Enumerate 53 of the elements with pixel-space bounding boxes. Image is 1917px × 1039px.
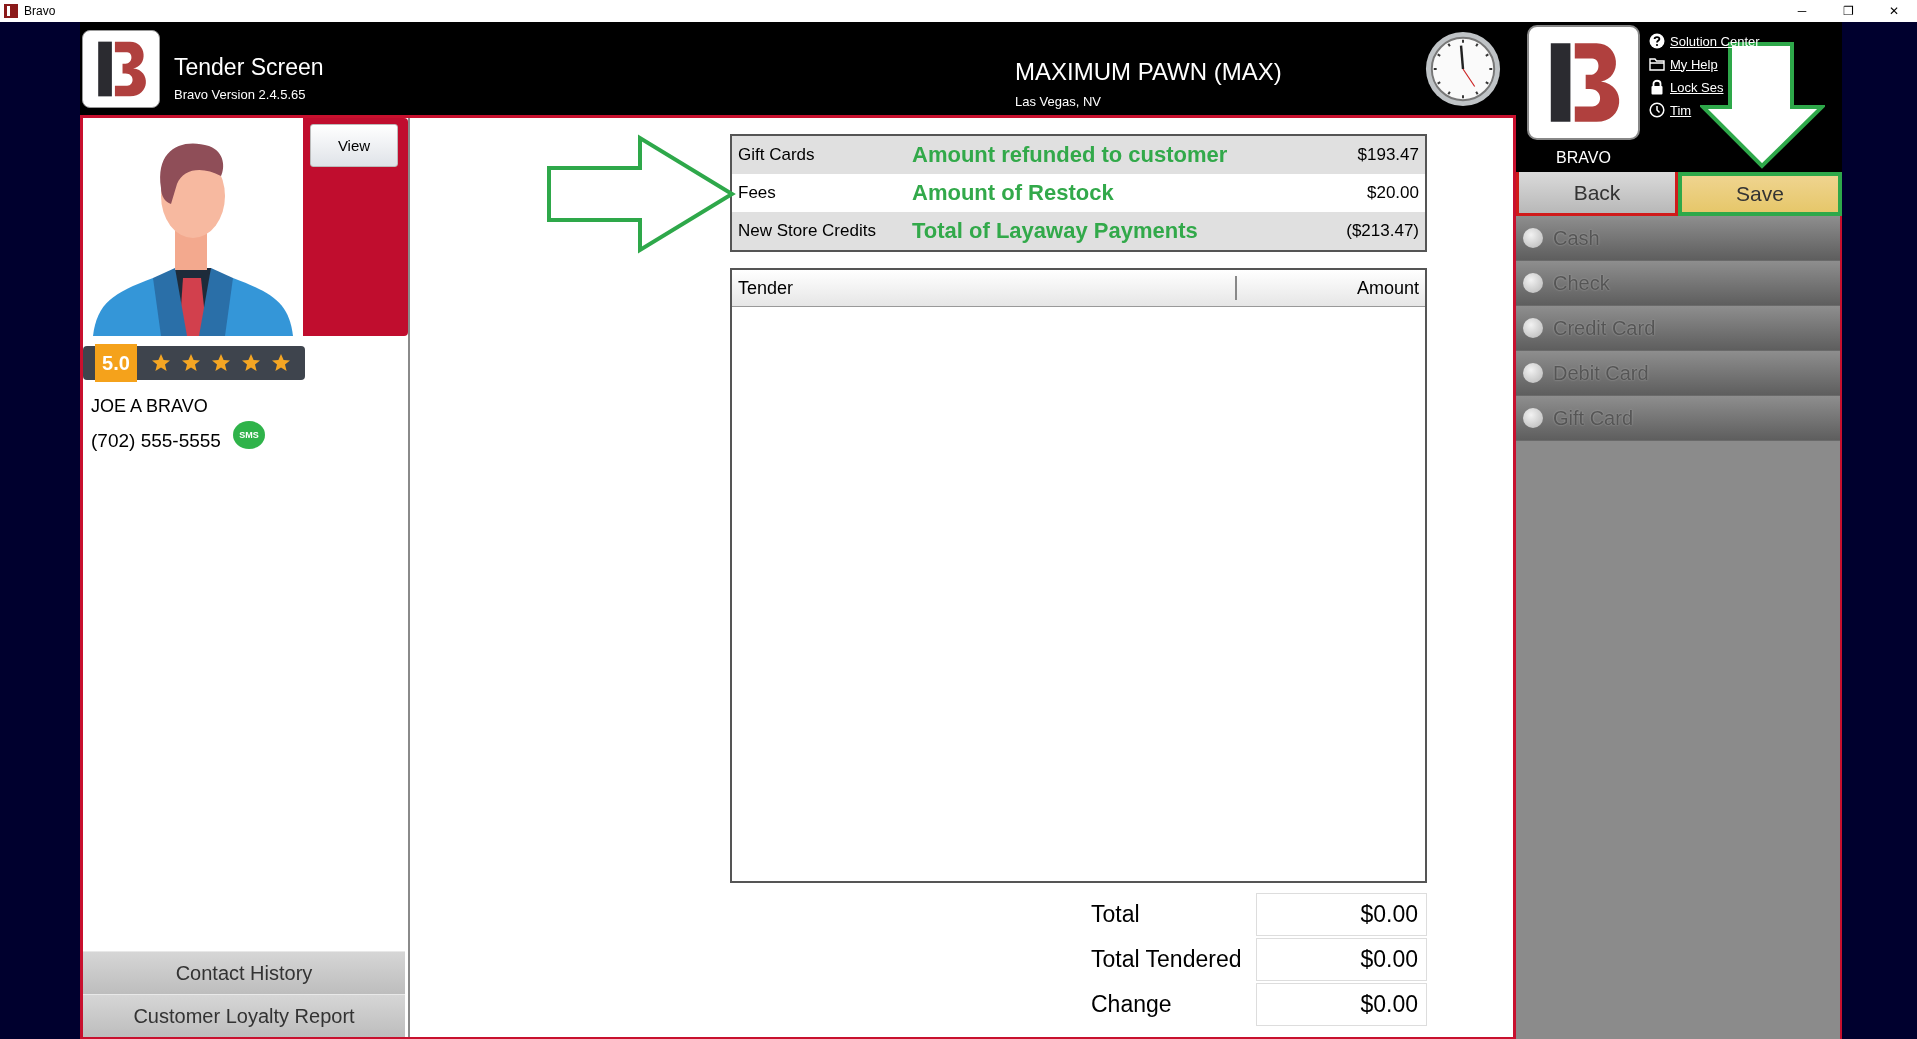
star-icon <box>241 353 261 373</box>
customer-name: JOE A BRAVO <box>91 396 209 417</box>
window-control[interactable]: ❐ <box>1825 4 1871 18</box>
radio-button[interactable] <box>1523 408 1543 428</box>
summary-label: Fees <box>738 183 777 203</box>
store-location: Las Vegas, NV <box>1015 94 1102 109</box>
column-header: Tender <box>732 276 1237 300</box>
summary-amount: $20.00 <box>1367 183 1419 203</box>
radio-button[interactable] <box>1523 228 1543 248</box>
rating-score: 5.0 <box>95 344 137 382</box>
window-control[interactable]: ─ <box>1779 4 1825 18</box>
customer-phone: (702) 555-5555 <box>91 430 221 452</box>
window-title: Bravo <box>24 4 56 18</box>
total-label: Total <box>1091 900 1141 929</box>
summary-amount: ($213.47) <box>1346 221 1419 241</box>
radio-button[interactable] <box>1523 273 1543 293</box>
radio-button[interactable] <box>1523 318 1543 338</box>
annotation-note: Amount refunded to customer <box>912 142 1228 168</box>
column-header: Amount <box>1355 277 1420 299</box>
annotation-note: Amount of Restock <box>912 180 1114 206</box>
version-label: Bravo Version 2.4.5.65 <box>174 86 307 102</box>
folder-icon <box>1649 56 1665 72</box>
summary-label: New Store Credits <box>738 221 877 241</box>
header-link[interactable]: My Help <box>1670 56 1718 72</box>
star-icon <box>151 353 171 373</box>
window-control[interactable]: ✕ <box>1871 4 1917 18</box>
total-value: $0.00 <box>1256 983 1427 1026</box>
annotation-note: Total of Layaway Payments <box>912 218 1198 244</box>
star-icon <box>211 353 231 373</box>
total-label: Total Tendered <box>1091 945 1243 974</box>
lock-icon <box>1649 79 1665 95</box>
panel-button[interactable]: Customer Loyalty Report <box>83 994 405 1037</box>
screen-title: Tender Screen <box>174 53 325 81</box>
clock-icon <box>1649 102 1665 118</box>
app-icon <box>4 4 18 18</box>
view-button[interactable]: View <box>310 124 398 167</box>
help-icon <box>1649 33 1665 49</box>
summary-amount: $193.47 <box>1357 145 1419 165</box>
brand-label: BRAVO <box>1556 149 1611 167</box>
header-link[interactable]: Tim <box>1670 102 1692 118</box>
radio-button[interactable] <box>1523 363 1543 383</box>
clock-icon <box>1424 29 1502 108</box>
store-name: MAXIMUM PAWN (MAX) <box>1015 57 1283 86</box>
star-icon <box>181 353 201 373</box>
star-icon <box>271 353 291 373</box>
total-value: $0.00 <box>1256 893 1427 936</box>
panel-button[interactable]: Contact History <box>83 951 405 994</box>
header-link[interactable]: Lock Ses <box>1670 79 1724 95</box>
back-button[interactable]: Back <box>1516 172 1678 216</box>
total-value: $0.00 <box>1256 938 1427 981</box>
save-button[interactable]: Save <box>1678 172 1842 216</box>
summary-label: Gift Cards <box>738 145 816 165</box>
total-label: Change <box>1091 990 1173 1019</box>
